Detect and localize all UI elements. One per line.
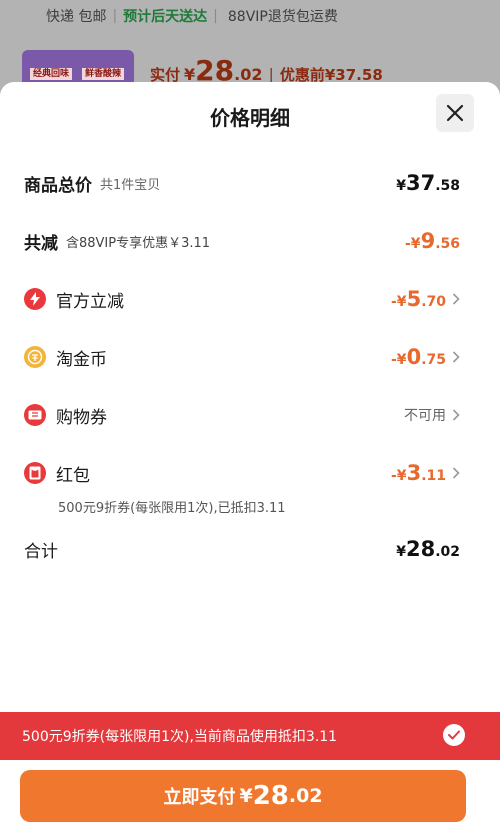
total-count: 共1件宝贝 (100, 177, 161, 193)
lightning-icon (24, 288, 46, 310)
reduction-row: 共减 含88VIP专享优惠￥3.11 -¥ 9 .56 (24, 226, 460, 256)
pay-now-button[interactable]: 立即支付 ¥ 28 .02 (20, 770, 466, 822)
total-row: 商品总价 共1件宝贝 ¥ 37 .58 (24, 168, 460, 198)
official-discount-row[interactable]: 官方立减 -¥ 5 .70 (24, 284, 460, 314)
shopping-coupon-label: 购物券 (56, 407, 107, 428)
taojinbi-row[interactable]: 淘金币 -¥ 0 .75 (24, 342, 460, 372)
delivery-text: 快递 包邮 (46, 9, 107, 25)
red-envelope-icon (24, 462, 46, 484)
price-detail-sheet: 价格明细 商品总价 共1件宝贝 ¥ 37 .58 共减 含88VIP专享优惠￥3… (0, 82, 500, 831)
red-envelope-note: 500元9折券(每张限用1次),已抵扣3.11 (58, 501, 286, 516)
taojinbi-coin-icon (24, 346, 46, 368)
taojinbi-amount: -¥ 0 .75 (391, 345, 446, 369)
chevron-right-icon (452, 351, 460, 363)
shopping-coupon-row[interactable]: 购物券 不可用 (24, 400, 460, 430)
checkmark-icon (448, 730, 460, 740)
sum-row: 合计 ¥ 28 .02 (24, 534, 460, 564)
chevron-right-icon (452, 293, 460, 305)
product-tag: 经典回味 (30, 68, 73, 80)
coupon-icon (24, 404, 46, 426)
total-amount: ¥ 37 .58 (396, 171, 460, 195)
chevron-right-icon (452, 409, 460, 421)
chevron-right-icon (452, 467, 460, 479)
coupon-checkbox[interactable] (443, 724, 465, 746)
coupon-banner-text: 500元9折券(每张限用1次),当前商品使用抵扣3.11 (22, 729, 338, 745)
reduction-label: 共减 (24, 233, 58, 254)
reduction-sub: 含88VIP专享优惠￥3.11 (66, 235, 211, 251)
eta-text: 预计后天送达 (123, 9, 208, 25)
official-discount-label: 官方立减 (56, 291, 124, 312)
close-button[interactable] (436, 94, 474, 132)
coupon-banner: 500元9折券(每张限用1次),当前商品使用抵扣3.11 (0, 712, 500, 760)
sum-label: 合计 (24, 541, 58, 562)
red-envelope-amount: -¥ 3 .11 (391, 461, 446, 485)
product-tag: 鲜香酸辣 (82, 68, 125, 80)
reduction-amount: -¥ 9 .56 (405, 229, 460, 253)
taojinbi-label: 淘金币 (56, 349, 107, 370)
shipping-info: 快递 包邮 | 预计后天送达 | 88VIP退货包运费 (46, 8, 338, 25)
sum-amount: ¥ 28 .02 (396, 537, 460, 561)
sheet-title: 价格明细 (210, 106, 290, 130)
red-envelope-label: 红包 (56, 465, 90, 486)
close-icon (446, 104, 464, 122)
vip-return-text: 88VIP退货包运费 (227, 9, 338, 25)
total-label: 商品总价 (24, 175, 92, 196)
official-discount-amount: -¥ 5 .70 (391, 287, 446, 311)
coupon-status: 不可用 (404, 408, 446, 424)
red-envelope-row[interactable]: 红包 -¥ 3 .11 (24, 458, 460, 488)
